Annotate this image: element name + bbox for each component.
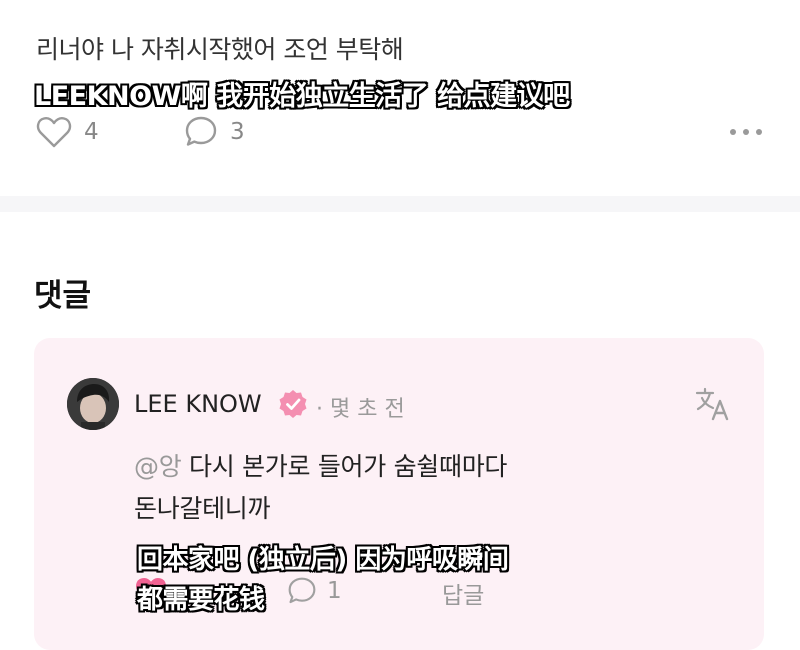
comment-text-1: 다시 본가로 들어가 숨쉴때마다 [181, 452, 508, 481]
post-actions: 4 3 [36, 115, 764, 149]
reply-button[interactable]: 답글 [442, 576, 484, 610]
post-text: 리너야 나 자취시작했어 조언 부탁해 [36, 35, 404, 64]
speech-bubble-icon [288, 577, 316, 604]
comments-section-title: 댓글 [34, 278, 92, 314]
reply-count: 1 [327, 578, 342, 604]
like-button[interactable]: 4 [36, 115, 99, 149]
subtitle-bottom-line-1: 回本家吧 (独立后) 因为呼吸瞬间 [137, 545, 509, 575]
comment-author[interactable]: LEE KNOW [134, 390, 262, 418]
more-dots-icon[interactable] [730, 129, 762, 135]
comment-button[interactable]: 3 [184, 115, 245, 149]
mention[interactable]: @앙 [134, 452, 182, 481]
subtitle-bottom-line-2: 都需要花钱 [137, 585, 265, 615]
comment-text-2: 돈나갈테니까 [134, 494, 271, 523]
comment-time: · 몇 초 전 [316, 397, 405, 422]
avatar[interactable] [67, 378, 119, 430]
speech-bubble-icon [185, 116, 217, 146]
like-count: 4 [84, 119, 99, 145]
comment-body: @앙 다시 본가로 들어가 숨쉴때마다 돈나갈테니까 [134, 446, 507, 530]
subtitle-top: LEEKNOW啊 我开始独立生活了 给点建议吧 [34, 81, 570, 112]
verified-badge-icon [279, 390, 307, 418]
heart-icon [36, 117, 72, 148]
section-divider [0, 196, 800, 212]
translate-icon[interactable] [694, 386, 730, 422]
comment-line-1: @앙 다시 본가로 들어가 숨쉴때마다 [134, 446, 507, 488]
comment-count: 3 [230, 119, 245, 145]
comment-reply-count-button[interactable]: 1 [287, 576, 342, 606]
